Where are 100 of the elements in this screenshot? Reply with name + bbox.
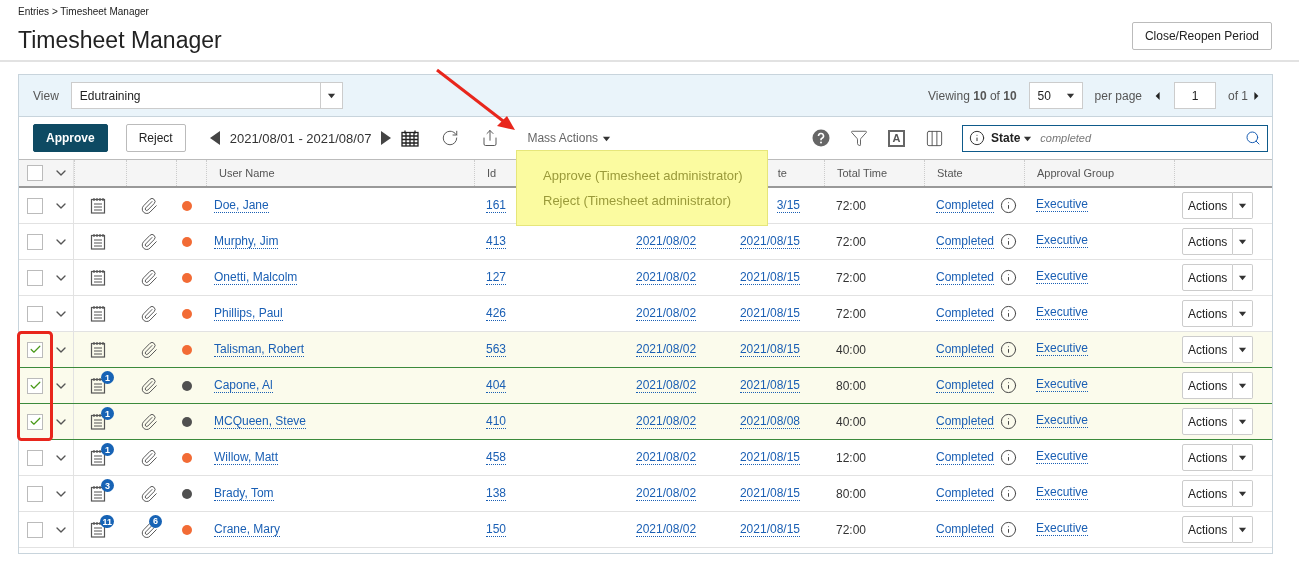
actions-dropdown-button[interactable] — [1233, 192, 1254, 219]
select-all-checkbox[interactable] — [27, 165, 43, 181]
row-checkbox[interactable] — [27, 377, 43, 394]
actions-button[interactable]: Actions — [1182, 300, 1234, 327]
state-link[interactable]: Completed — [936, 234, 995, 249]
actions-dropdown-button[interactable] — [1233, 300, 1254, 327]
notes-icon[interactable] — [90, 377, 106, 394]
notes-icon[interactable] — [90, 413, 106, 430]
notes-icon[interactable] — [90, 341, 106, 358]
state-link[interactable]: Completed — [936, 378, 995, 393]
paperclip-icon[interactable] — [140, 412, 158, 431]
start-date-link[interactable]: 2021/08/02 — [636, 270, 697, 285]
notes-icon[interactable] — [90, 233, 106, 250]
state-link[interactable]: Completed — [936, 414, 995, 429]
approval-group-link[interactable]: Executive — [1036, 413, 1089, 428]
user-name-link[interactable]: Talisman, Robert — [214, 342, 305, 357]
close-reopen-period-button[interactable]: Close/Reopen Period — [1131, 22, 1272, 50]
user-name-link[interactable]: Murphy, Jim — [214, 234, 279, 249]
end-date-link[interactable]: 2021/08/15 — [739, 522, 800, 537]
actions-button[interactable]: Actions — [1182, 408, 1234, 435]
actions-dropdown-button[interactable] — [1233, 516, 1254, 543]
approval-group-link[interactable]: Executive — [1036, 341, 1089, 356]
end-date-link[interactable]: 2021/08/15 — [739, 270, 800, 285]
search-field[interactable]: State completed — [962, 124, 1268, 152]
state-link[interactable]: Completed — [936, 486, 995, 501]
id-link[interactable]: 138 — [486, 486, 507, 501]
paperclip-icon[interactable] — [140, 196, 158, 215]
info-icon[interactable] — [1000, 449, 1018, 466]
info-icon[interactable] — [1000, 305, 1018, 322]
row-checkbox[interactable] — [27, 269, 43, 286]
row-checkbox[interactable] — [27, 233, 43, 250]
end-date-link[interactable]: 2021/08/15 — [739, 450, 800, 465]
approval-group-link[interactable]: Executive — [1036, 377, 1089, 392]
row-checkbox[interactable] — [27, 305, 43, 322]
approval-group-link[interactable]: Executive — [1036, 305, 1089, 320]
approval-group-link[interactable]: Executive — [1036, 521, 1089, 536]
column-header[interactable]: State — [924, 160, 1024, 186]
page-input[interactable]: 1 — [1174, 82, 1216, 109]
actions-button[interactable]: Actions — [1182, 336, 1234, 363]
user-name-link[interactable]: Doe, Jane — [214, 198, 269, 213]
approval-group-link[interactable]: Executive — [1036, 485, 1089, 500]
id-link[interactable]: 458 — [486, 450, 507, 465]
info-icon[interactable] — [1000, 269, 1018, 286]
row-checkbox[interactable] — [27, 449, 43, 466]
approval-group-link[interactable]: Executive — [1036, 449, 1089, 464]
paperclip-icon[interactable] — [140, 268, 158, 287]
start-date-link[interactable]: 2021/08/02 — [636, 450, 697, 465]
start-date-link[interactable]: 2021/08/02 — [636, 378, 697, 393]
info-icon[interactable] — [1000, 413, 1018, 430]
actions-dropdown-button[interactable] — [1233, 372, 1254, 399]
state-link[interactable]: Completed — [936, 342, 995, 357]
page-size-select[interactable]: 50 — [1028, 82, 1083, 109]
previous-page-icon[interactable] — [1154, 91, 1162, 100]
text-format-icon[interactable]: A — [888, 129, 905, 147]
start-date-link[interactable]: 2021/08/02 — [636, 306, 697, 321]
start-date-link[interactable]: 2021/08/02 — [636, 234, 697, 249]
state-link[interactable]: Completed — [936, 198, 995, 213]
approval-group-link[interactable]: Executive — [1036, 233, 1089, 248]
row-checkbox[interactable] — [27, 521, 43, 538]
notes-icon[interactable] — [90, 269, 106, 286]
share-icon[interactable] — [481, 129, 500, 147]
info-icon[interactable] — [1000, 521, 1018, 538]
start-date-link[interactable]: 2021/08/02 — [636, 486, 697, 501]
refresh-icon[interactable] — [441, 129, 460, 147]
next-page-icon[interactable] — [1252, 91, 1260, 100]
actions-dropdown-button[interactable] — [1233, 264, 1254, 291]
row-checkbox[interactable] — [27, 413, 43, 430]
end-date-link[interactable]: 2021/08/15 — [739, 486, 800, 501]
user-name-link[interactable]: Willow, Matt — [214, 450, 278, 465]
approval-group-link[interactable]: Executive — [1036, 269, 1089, 284]
paperclip-icon[interactable] — [140, 484, 158, 503]
actions-button[interactable]: Actions — [1182, 192, 1234, 219]
start-date-link[interactable]: 2021/08/02 — [636, 522, 697, 537]
id-link[interactable]: 413 — [486, 234, 507, 249]
user-name-link[interactable]: Crane, Mary — [214, 522, 281, 537]
reject-button[interactable]: Reject — [125, 124, 186, 152]
paperclip-icon[interactable] — [140, 376, 158, 395]
state-link[interactable]: Completed — [936, 450, 995, 465]
search-icon[interactable] — [1245, 130, 1261, 146]
notes-icon[interactable] — [90, 197, 106, 214]
actions-button[interactable]: Actions — [1182, 264, 1234, 291]
info-icon[interactable] — [969, 130, 985, 146]
actions-dropdown-button[interactable] — [1233, 336, 1254, 363]
info-icon[interactable] — [1000, 377, 1018, 394]
id-link[interactable]: 161 — [486, 198, 507, 213]
id-link[interactable]: 410 — [486, 414, 507, 429]
state-link[interactable]: Completed — [936, 306, 995, 321]
end-date-link[interactable]: 3/15 — [776, 198, 800, 213]
end-date-link[interactable]: 2021/08/15 — [739, 306, 800, 321]
state-link[interactable]: Completed — [936, 270, 995, 285]
notes-icon[interactable] — [90, 449, 106, 466]
id-link[interactable]: 150 — [486, 522, 507, 537]
state-link[interactable]: Completed — [936, 522, 995, 537]
info-icon[interactable] — [1000, 197, 1018, 214]
end-date-link[interactable]: 2021/08/08 — [739, 414, 800, 429]
row-checkbox[interactable] — [27, 341, 43, 358]
end-date-link[interactable]: 2021/08/15 — [739, 342, 800, 357]
actions-dropdown-button[interactable] — [1233, 408, 1254, 435]
start-date-link[interactable]: 2021/08/02 — [636, 342, 697, 357]
info-icon[interactable] — [1000, 233, 1018, 250]
